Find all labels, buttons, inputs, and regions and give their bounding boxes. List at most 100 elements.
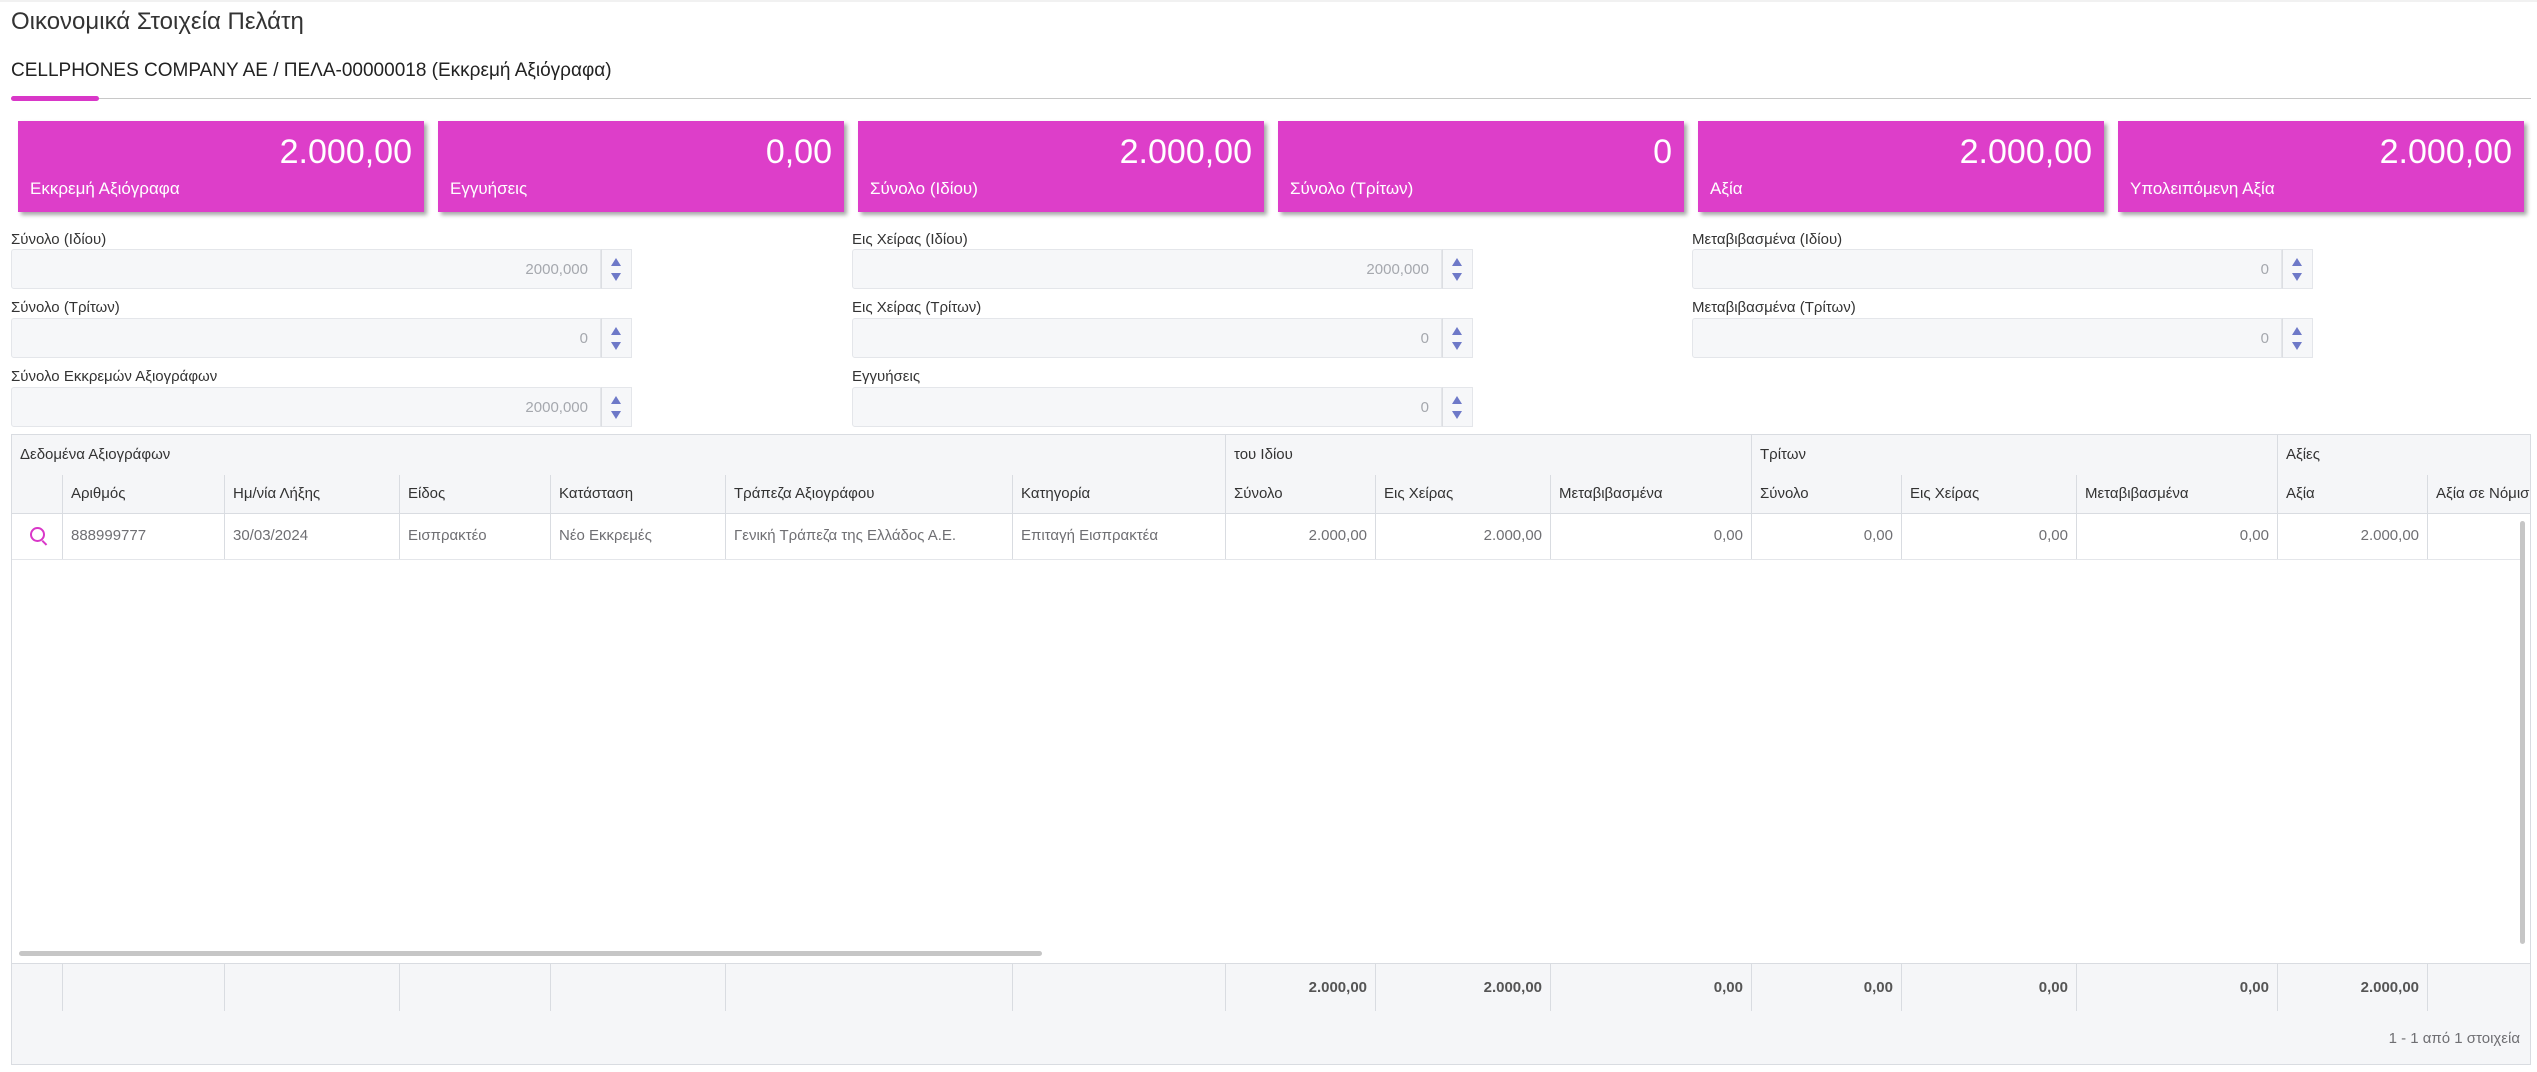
field-label-in-hand-own: Εις Χείρας (Ιδίου)	[852, 231, 968, 248]
group-own[interactable]: του Ιδίου	[1226, 435, 1752, 475]
total-empty	[1013, 964, 1226, 1011]
header-value[interactable]: Αξία	[2278, 475, 2428, 513]
spin-up-icon[interactable]	[1452, 258, 1462, 266]
card-value: 2.000,00	[1959, 133, 2092, 171]
cell-type: Εισπρακτέο	[400, 513, 551, 559]
pending-total-input[interactable]: 2000,000	[11, 387, 601, 427]
field-label-transferred-own: Μεταβιβασμένα (Ιδίου)	[1692, 231, 1843, 248]
header-type[interactable]: Είδος	[400, 475, 551, 513]
header-status[interactable]: Κατάσταση	[551, 475, 726, 513]
tab-underline	[11, 98, 2531, 99]
spin-down-icon[interactable]	[611, 342, 621, 350]
guarantees-field: 0	[852, 387, 1473, 427]
spin-down-icon[interactable]	[1452, 273, 1462, 281]
transferred-own-field: 0	[1692, 249, 2313, 289]
spin-up-icon[interactable]	[2292, 258, 2302, 266]
grid-group-header: Δεδομένα Αξιογράφων του Ιδίου Τρίτων Αξί…	[12, 435, 2530, 476]
spin-down-icon[interactable]	[611, 273, 621, 281]
total-empty	[400, 964, 551, 1011]
total-third-total: 0,00	[1752, 964, 1902, 1011]
total-third-spinner[interactable]	[601, 318, 632, 358]
card-label: Σύνολο (Ιδίου)	[870, 179, 978, 198]
card-pending-securities: 2.000,00 Εκκρεμή Αξιόγραφα	[18, 121, 424, 212]
guarantees-input[interactable]: 0	[852, 387, 1442, 427]
cell-value: 2.000,00	[2278, 513, 2428, 559]
cell-number: 888999777	[63, 513, 225, 559]
spin-up-icon[interactable]	[1452, 327, 1462, 335]
spin-up-icon[interactable]	[611, 327, 621, 335]
spin-up-icon[interactable]	[611, 396, 621, 404]
spin-down-icon[interactable]	[611, 411, 621, 419]
group-third[interactable]: Τρίτων	[1752, 435, 2278, 475]
grid-pager: 1 - 1 από 1 στοιχεία	[12, 1012, 2530, 1064]
field-label-transferred-third: Μεταβιβασμένα (Τρίτων)	[1692, 299, 1856, 316]
total-own-field: 2000,000	[11, 249, 632, 289]
transferred-third-input[interactable]: 0	[1692, 318, 2282, 358]
horizontal-scrollbar[interactable]	[19, 951, 1042, 956]
header-bank[interactable]: Τράπεζα Αξιογράφου	[726, 475, 1013, 513]
cell-status: Νέο Εκκρεμές	[551, 513, 726, 559]
card-label: Εκκρεμή Αξιόγραφα	[30, 179, 180, 198]
group-values[interactable]: Αξίες	[2278, 435, 2530, 475]
total-own-spinner[interactable]	[601, 249, 632, 289]
row-action-cell[interactable]	[12, 513, 63, 559]
in-hand-own-spinner[interactable]	[1442, 249, 1473, 289]
field-label-total-third: Σύνολο (Τρίτων)	[11, 299, 120, 316]
transferred-third-field: 0	[1692, 318, 2313, 358]
transferred-own-spinner[interactable]	[2282, 249, 2313, 289]
header-value-currency[interactable]: Αξία σε Νόμισμα	[2428, 475, 2530, 513]
page-title: Οικονομικά Στοιχεία Πελάτη	[11, 8, 304, 35]
cell-third-total: 0,00	[1752, 513, 1902, 559]
card-label: Εγγυήσεις	[450, 179, 528, 198]
field-label-guarantees: Εγγυήσεις	[852, 368, 921, 385]
search-icon[interactable]	[30, 527, 45, 542]
cell-third-transferred: 0,00	[2077, 513, 2278, 559]
total-own-input[interactable]: 2000,000	[11, 249, 601, 289]
in-hand-third-spinner[interactable]	[1442, 318, 1473, 358]
top-border	[0, 0, 2537, 2]
spin-up-icon[interactable]	[2292, 327, 2302, 335]
tab-title[interactable]: CELLPHONES COMPANY AE / ΠΕΛΑ-00000018 (Ε…	[11, 60, 612, 82]
header-own-transferred[interactable]: Μεταβιβασμένα	[1551, 475, 1752, 513]
card-value: 0	[1653, 133, 1672, 171]
spin-down-icon[interactable]	[1452, 411, 1462, 419]
header-third-transferred[interactable]: Μεταβιβασμένα	[2077, 475, 2278, 513]
card-value: 2.000,00	[1119, 133, 1252, 171]
pending-total-spinner[interactable]	[601, 387, 632, 427]
spin-up-icon[interactable]	[1452, 396, 1462, 404]
card-remaining-value: 2.000,00 Υπολειπόμενη Αξία	[2118, 121, 2524, 212]
card-guarantees: 0,00 Εγγυήσεις	[438, 121, 844, 212]
summary-cards: 2.000,00 Εκκρεμή Αξιόγραφα 0,00 Εγγυήσει…	[18, 121, 2530, 212]
spin-down-icon[interactable]	[1452, 342, 1462, 350]
header-third-in-hand[interactable]: Εις Χείρας	[1902, 475, 2077, 513]
total-empty	[551, 964, 726, 1011]
active-tab-indicator	[11, 96, 99, 101]
total-empty	[63, 964, 225, 1011]
header-own-total[interactable]: Σύνολο	[1226, 475, 1376, 513]
cell-due-date: 30/03/2024	[225, 513, 400, 559]
grid-column-header: Αριθμός Ημ/νία Λήξης Είδος Κατάσταση Τρά…	[12, 475, 2530, 514]
in-hand-third-input[interactable]: 0	[852, 318, 1442, 358]
field-label-total-own: Σύνολο (Ιδίου)	[11, 231, 107, 248]
cell-own-transferred: 0,00	[1551, 513, 1752, 559]
table-row[interactable]: 888999777 30/03/2024 Εισπρακτέο Νέο Εκκρ…	[12, 513, 2520, 560]
transferred-own-input[interactable]: 0	[1692, 249, 2282, 289]
spin-down-icon[interactable]	[2292, 273, 2302, 281]
header-own-in-hand[interactable]: Εις Χείρας	[1376, 475, 1551, 513]
total-third-input[interactable]: 0	[11, 318, 601, 358]
in-hand-own-input[interactable]: 2000,000	[852, 249, 1442, 289]
group-securities-data[interactable]: Δεδομένα Αξιογράφων	[12, 435, 1226, 475]
header-third-total[interactable]: Σύνολο	[1752, 475, 1902, 513]
header-number[interactable]: Αριθμός	[63, 475, 225, 513]
header-category[interactable]: Κατηγορία	[1013, 475, 1226, 513]
guarantees-spinner[interactable]	[1442, 387, 1473, 427]
spin-up-icon[interactable]	[611, 258, 621, 266]
header-due-date[interactable]: Ημ/νία Λήξης	[225, 475, 400, 513]
transferred-third-spinner[interactable]	[2282, 318, 2313, 358]
in-hand-third-field: 0	[852, 318, 1473, 358]
cell-own-total: 2.000,00	[1226, 513, 1376, 559]
securities-grid: Δεδομένα Αξιογράφων του Ιδίου Τρίτων Αξί…	[11, 434, 2531, 1065]
vertical-scrollbar[interactable]	[2520, 521, 2525, 944]
spin-down-icon[interactable]	[2292, 342, 2302, 350]
header-action	[12, 475, 63, 513]
